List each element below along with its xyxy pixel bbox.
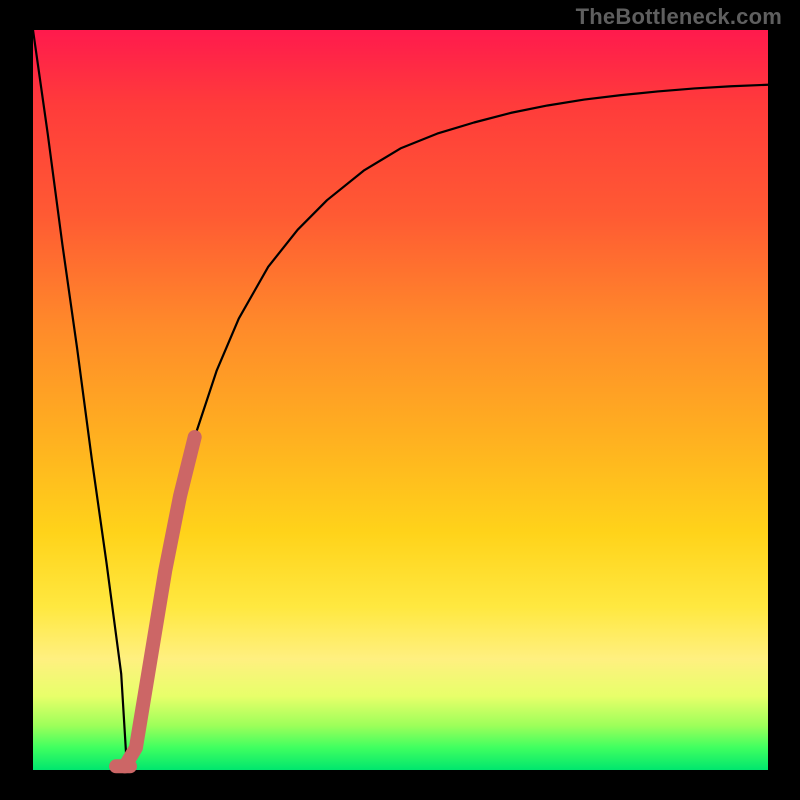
bottleneck-curve [33,30,768,770]
chart-svg [33,30,768,770]
chart-frame: TheBottleneck.com [0,0,800,800]
watermark-text: TheBottleneck.com [576,4,782,30]
highlight-segment [125,437,195,766]
